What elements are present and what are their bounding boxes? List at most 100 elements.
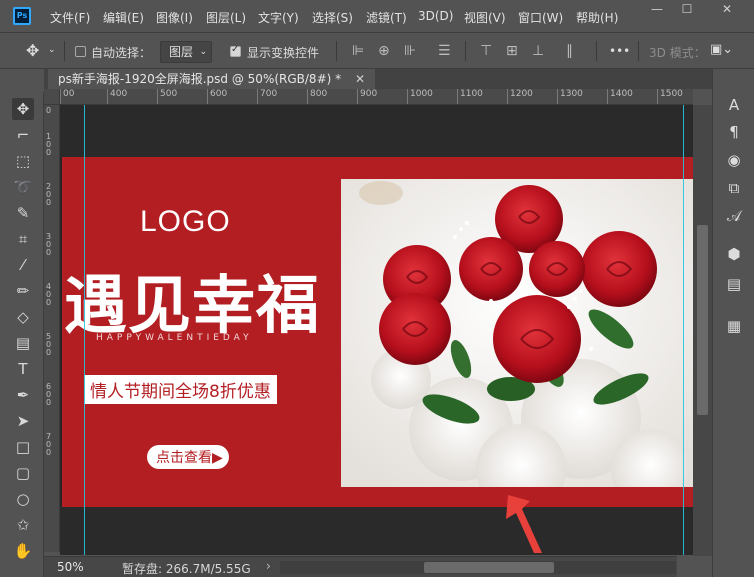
auto-select-target-dropdown[interactable]: 图层 ⌄ <box>160 41 212 63</box>
color-icon[interactable]: ◉ <box>723 149 745 171</box>
horizontal-scrollbar[interactable] <box>280 561 676 574</box>
zoom-level[interactable]: 50% <box>57 560 84 574</box>
vertical-scrollbar[interactable] <box>693 105 712 556</box>
document-tab-title: ps新手海报-1920全屏海报.psd @ 50%(RGB/8#) * <box>58 72 342 86</box>
canvas-dark-band <box>60 105 693 157</box>
menu-help[interactable]: 帮助(H) <box>576 9 618 26</box>
menu-layer[interactable]: 图层(L) <box>206 9 246 26</box>
eraser-icon[interactable]: ◇ <box>12 306 34 328</box>
show-transform-checkbox[interactable] <box>230 44 241 57</box>
align-vcenter-icon[interactable]: ⊞ <box>506 43 518 59</box>
align-hcenter-icon[interactable]: ⊕ <box>378 43 390 59</box>
maximize-button[interactable]: ☐ <box>672 2 702 20</box>
ruler-tick: 400 <box>107 89 127 104</box>
distribute-vertical-icon[interactable]: ∥ <box>566 43 573 59</box>
menu-filter[interactable]: 滤镜(T) <box>366 9 407 26</box>
ruler-tick: 500 <box>157 89 177 104</box>
rose-bouquet-illustration <box>341 179 693 487</box>
right-panel-dock: A ¶ ◉ ⧉ 𝒜 ⬢ ▤ ▦ <box>712 69 754 577</box>
show-transform-label: 显示变换控件 <box>247 46 320 60</box>
artboard-icon[interactable]: ⌐ <box>12 124 34 146</box>
scratch-disk-info[interactable]: 暂存盘: 266.7M/5.55G <box>122 560 251 577</box>
eyedropper-icon[interactable]: ⁄ <box>12 254 34 276</box>
horizontal-scroll-thumb[interactable] <box>424 562 554 573</box>
layers-icon[interactable]: ▤ <box>723 273 745 295</box>
menu-edit[interactable]: 编辑(E) <box>103 9 144 26</box>
ruler-tick: 1400 <box>607 89 633 104</box>
marquee-icon[interactable]: ⬚ <box>12 150 34 172</box>
ruler-tick: 800 <box>307 89 327 104</box>
horizontal-ruler[interactable]: 00 400 500 600 700 800 900 1000 1100 120… <box>60 89 693 105</box>
guide-line[interactable] <box>84 105 85 555</box>
align-bottom-icon[interactable]: ⊥ <box>532 43 544 59</box>
3d-icon[interactable]: ⬢ <box>723 243 745 265</box>
custom-shape-icon[interactable]: ✩ <box>12 514 34 536</box>
guide-line[interactable] <box>683 105 684 555</box>
brush-icon[interactable]: ✏ <box>12 280 34 302</box>
grid-icon[interactable]: ▦ <box>723 315 745 337</box>
vertical-ruler[interactable]: 0 1 0 0 2 0 0 3 0 0 4 0 0 5 0 0 6 0 0 7 … <box>44 105 60 552</box>
auto-select-checkbox[interactable] <box>75 46 86 57</box>
align-right-icon[interactable]: ⊪ <box>404 43 416 59</box>
vertical-scroll-thumb[interactable] <box>697 225 708 415</box>
ruler-tick: 1300 <box>557 89 583 104</box>
close-tab-icon[interactable]: ✕ <box>355 72 365 86</box>
close-window-button[interactable]: ✕ <box>712 2 742 20</box>
menu-view[interactable]: 视图(V) <box>464 9 506 26</box>
poster-logo: LOGO <box>140 205 231 238</box>
3d-mode-label: 3D 模式： <box>649 46 706 60</box>
divider <box>465 41 466 61</box>
ruler-tick: 0 <box>46 248 52 257</box>
distribute-icon[interactable]: ☰ <box>438 43 451 59</box>
adjustments-icon[interactable]: ⧉ <box>723 177 745 199</box>
move-icon[interactable]: ✥ <box>12 98 34 120</box>
menu-type[interactable]: 文字(Y) <box>258 9 299 26</box>
menu-file[interactable]: 文件(F) <box>50 9 90 26</box>
glyphs-icon[interactable]: 𝒜 <box>723 205 745 227</box>
lasso-icon[interactable]: ➰ <box>12 176 34 198</box>
ruler-tick: 0 <box>46 348 52 357</box>
align-left-icon[interactable]: ⊫ <box>352 43 364 59</box>
divider <box>336 41 337 61</box>
photoshop-logo: Ps <box>13 7 31 25</box>
chevron-down-icon: ⌄ <box>199 47 207 57</box>
pen-icon[interactable]: ✒ <box>12 384 34 406</box>
path-select-icon[interactable]: ➤ <box>12 410 34 432</box>
quick-select-icon[interactable]: ✎ <box>12 202 34 224</box>
menu-image[interactable]: 图像(I) <box>156 9 193 26</box>
status-bar: 50% 暂存盘: 266.7M/5.55G › <box>44 556 677 577</box>
crop-icon[interactable]: ⌗ <box>12 228 34 250</box>
ruler-origin[interactable] <box>44 89 60 105</box>
ruler-tick: 0 <box>46 198 52 207</box>
type-icon[interactable]: T <box>12 358 34 380</box>
ruler-tick: 1500 <box>657 89 683 104</box>
ruler-tick: 0 <box>46 298 52 307</box>
move-tool-preset-icon[interactable]: ✥ <box>26 41 39 60</box>
ruler-tick: 1000 <box>407 89 433 104</box>
preset-chevron-icon[interactable]: ⌄ <box>48 45 56 55</box>
gradient-icon[interactable]: ▤ <box>12 332 34 354</box>
rectangle-icon[interactable]: □ <box>12 436 34 458</box>
document-canvas[interactable]: LOGO 遇见幸福 HAPPYWALENTIEDAY 情人节期间全场8折优惠 点… <box>60 105 693 555</box>
divider <box>64 41 65 61</box>
auto-select-label: 自动选择： <box>91 46 152 60</box>
ruler-tick: 0 <box>46 448 52 457</box>
align-top-icon[interactable]: ⊤ <box>480 43 492 59</box>
more-options-button[interactable]: ••• <box>609 44 630 58</box>
hand-icon[interactable]: ✋ <box>12 540 34 562</box>
minimize-button[interactable]: — <box>642 2 672 20</box>
ellipse-icon[interactable]: ○ <box>12 488 34 510</box>
status-menu-arrow[interactable]: › <box>266 559 271 573</box>
menu-window[interactable]: 窗口(W) <box>518 9 563 26</box>
auto-select-target-value: 图层 <box>169 45 194 59</box>
menu-select[interactable]: 选择(S) <box>312 9 353 26</box>
ruler-tick: 900 <box>357 89 377 104</box>
character-icon[interactable]: A <box>723 94 745 116</box>
poster-subtitle: HAPPYWALENTIEDAY <box>96 333 253 343</box>
tools-panel: ✥ ⌐ ⬚ ➰ ✎ ⌗ ⁄ ✏ ◇ ▤ T ✒ ➤ □ ▢ ○ ✩ ✋ <box>0 92 44 577</box>
paragraph-icon[interactable]: ¶ <box>723 121 745 143</box>
menu-3d[interactable]: 3D(D) <box>418 9 453 23</box>
rounded-rect-icon[interactable]: ▢ <box>12 462 34 484</box>
document-tab[interactable]: ps新手海报-1920全屏海报.psd @ 50%(RGB/8#) * ✕ <box>48 69 376 89</box>
workspace-icon[interactable]: ▣⌄ <box>710 42 733 57</box>
